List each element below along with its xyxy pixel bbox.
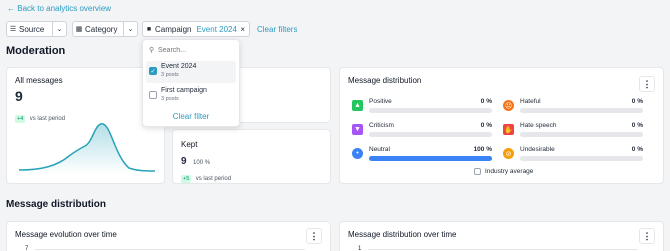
grid-line (35, 249, 305, 250)
chevron-down-icon[interactable]: ⌄ (52, 22, 66, 36)
campaign-filter[interactable]: ■ Campaign Event 2024 × (142, 21, 250, 37)
close-icon[interactable]: × (240, 25, 245, 34)
folder-icon: ■ (146, 25, 152, 33)
grid-line (368, 249, 638, 250)
checkbox-checked-icon[interactable]: ✓ (149, 67, 157, 75)
more-options-icon[interactable]: ⋮ (306, 228, 322, 244)
forbidden-icon: ⊘ (503, 148, 514, 159)
y-axis-tick: 1 (358, 246, 362, 251)
angry-face-icon: ☹ (503, 100, 514, 111)
dist-row-undesirable: ⊘ Undesirable 0 % (503, 146, 643, 168)
clear-filter-link[interactable]: Clear filter (143, 112, 239, 121)
arrow-left-icon: ← (7, 4, 15, 13)
dist-row-hate-speech: ✋ Hate speech 0 % (503, 122, 643, 144)
filter-icon: ☰ (9, 26, 17, 33)
campaign-search-input[interactable] (158, 44, 234, 56)
kept-card: Kept 9 100 % +5 vs last period (172, 129, 331, 184)
search-icon: ⚲ (149, 47, 155, 54)
source-filter[interactable]: ☰ Source ⌄ (6, 21, 67, 37)
clear-filters-link[interactable]: Clear filters (257, 25, 297, 34)
industry-average-checkbox[interactable] (474, 168, 481, 175)
industry-average-toggle[interactable]: Industry average (474, 168, 533, 175)
dist-row-criticism: ▼ Criticism 0 % (352, 122, 492, 144)
evolution-card: Message evolution over time ⋮ 7 (6, 221, 331, 251)
messages-sparkline (18, 123, 156, 174)
thumbs-up-icon: ▲ (352, 100, 363, 111)
category-filter[interactable]: ▦ Category ⌄ (72, 21, 138, 37)
neutral-face-icon: • (352, 148, 363, 159)
section-title-distribution: Message distribution (6, 199, 107, 210)
more-options-icon[interactable]: ⋮ (639, 228, 655, 244)
dist-row-hateful: ☹ Hateful 0 % (503, 98, 643, 120)
dropdown-item-first-campaign[interactable]: First campaign 3 posts (146, 85, 236, 107)
stop-hand-icon: ✋ (503, 124, 514, 135)
more-options-icon[interactable]: ⋮ (639, 76, 655, 92)
distribution-over-time-card: Message distribution over time ⋮ 1 (339, 221, 664, 251)
dist-bar (369, 156, 492, 161)
category-icon: ▦ (75, 26, 83, 33)
y-axis-tick: 7 (25, 246, 29, 251)
change-badge: +5 (181, 175, 192, 183)
checkbox-icon[interactable] (149, 91, 157, 99)
thumbs-down-icon: ▼ (352, 124, 363, 135)
chevron-down-icon[interactable]: ⌄ (123, 22, 137, 36)
moderation-title: Moderation (6, 45, 66, 57)
dist-row-positive: ▲ Positive 0 % (352, 98, 492, 120)
dist-row-neutral: • Neutral 100 % (352, 146, 492, 168)
back-link[interactable]: ← Back to analytics overview (7, 4, 111, 13)
dropdown-item-event-2024[interactable]: ✓ Event 2024 3 posts (146, 61, 236, 83)
message-distribution-card: Message distribution ⋮ ▲ Positive 0 % ☹ … (339, 67, 664, 184)
campaign-dropdown: ⚲ ✓ Event 2024 3 posts First campaign 3 … (142, 39, 240, 127)
